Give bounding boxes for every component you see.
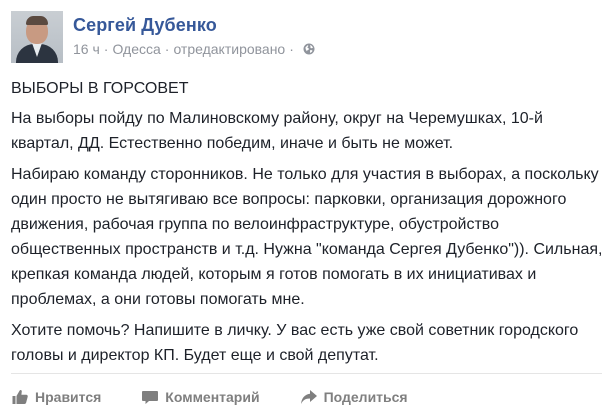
avatar[interactable] <box>11 11 63 63</box>
separator-dot: · <box>289 41 294 57</box>
comment-button[interactable]: Комментарий <box>141 388 260 406</box>
like-label: Нравится <box>35 389 102 405</box>
facebook-post: Сергей Дубенко 16 ч · Одесса · отредакти… <box>0 0 613 417</box>
post-timestamp-link[interactable]: 16 ч <box>73 39 100 59</box>
share-icon <box>300 390 317 404</box>
author-name-link[interactable]: Сергей Дубенко <box>73 13 315 37</box>
separator-dot: · <box>164 41 170 57</box>
globe-icon[interactable] <box>303 43 315 55</box>
actions-divider <box>11 373 602 374</box>
post-paragraph: На выборы пойду по Малиновскому району, … <box>11 110 543 152</box>
comment-icon <box>142 391 159 404</box>
thumbs-up-icon <box>12 390 28 404</box>
post-edited-link[interactable]: отредактировано <box>173 39 285 59</box>
post-header: Сергей Дубенко 16 ч · Одесса · отредакти… <box>11 11 315 63</box>
share-button[interactable]: Поделиться <box>300 388 408 406</box>
like-button[interactable]: Нравится <box>11 388 101 406</box>
post-location-link[interactable]: Одесса <box>112 39 160 59</box>
post-meta: Сергей Дубенко 16 ч · Одесса · отредакти… <box>73 11 315 63</box>
comment-label: Комментарий <box>165 389 260 405</box>
post-title: ВЫБОРЫ В ГОРСОВЕТ <box>11 80 189 97</box>
avatar-hair <box>26 16 48 25</box>
post-actions-bar: Нравится Комментарий Поделиться <box>11 386 448 408</box>
post-body: ВЫБОРЫ В ГОРСОВЕТ На выборы пойду по Мал… <box>11 76 606 374</box>
share-label: Поделиться <box>323 389 408 405</box>
separator-dot: · <box>103 41 109 57</box>
post-paragraph: Хотите помочь? Напишите в личку. У вас е… <box>11 322 579 364</box>
post-subline: 16 ч · Одесса · отредактировано · <box>73 39 315 59</box>
post-paragraph: Набираю команду сторонников. Не только д… <box>11 166 603 308</box>
